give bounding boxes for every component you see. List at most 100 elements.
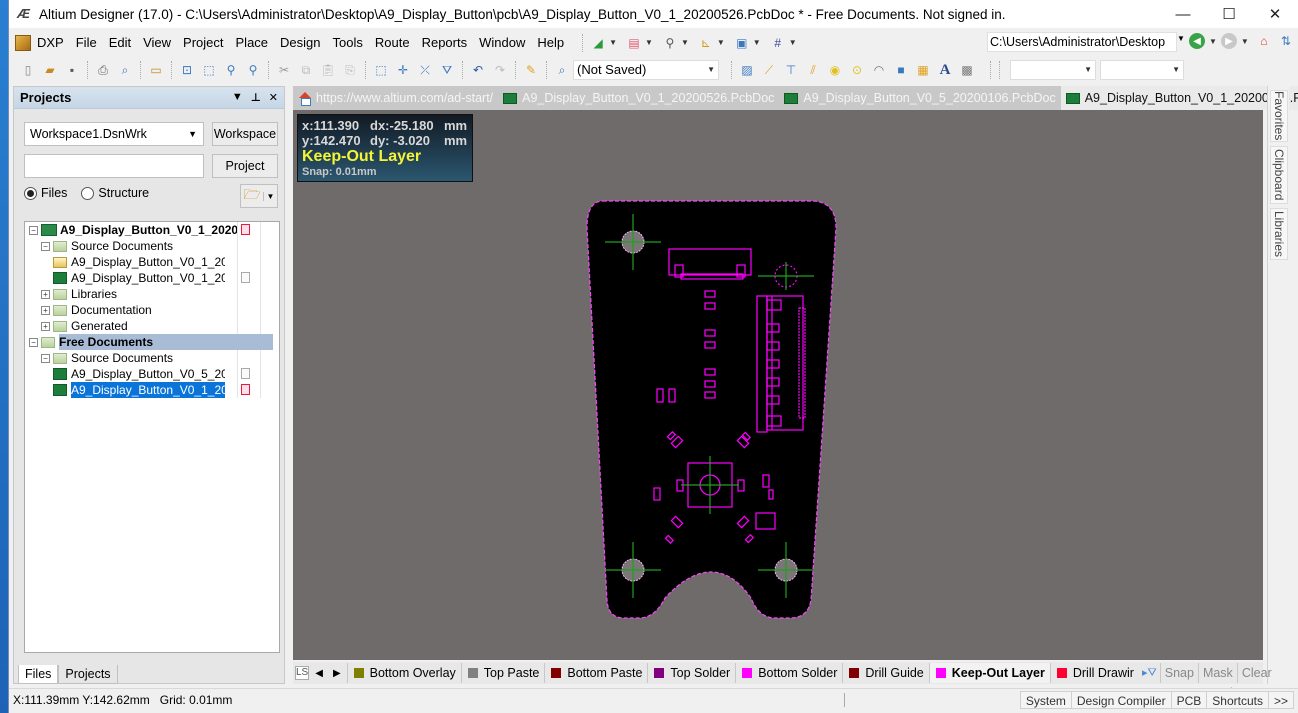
menu-route[interactable]: Route: [369, 32, 416, 54]
tree-item[interactable]: + Generated: [25, 318, 279, 334]
menu-design[interactable]: Design: [274, 32, 326, 54]
component-icon[interactable]: ▩: [958, 61, 976, 79]
pad-icon[interactable]: ⊙: [848, 61, 866, 79]
find-component-icon[interactable]: ⚲: [661, 34, 679, 52]
tree-item[interactable]: − Source Documents: [25, 238, 279, 254]
collapse-icon[interactable]: −: [29, 225, 38, 235]
tree-item[interactable]: − Source Documents: [25, 350, 279, 366]
multi-route-icon[interactable]: ⊤: [782, 61, 800, 79]
filter-combo-1[interactable]: ▼: [1010, 60, 1096, 80]
collapse-icon[interactable]: −: [29, 337, 38, 347]
rubber-stamp-icon[interactable]: ⎘: [341, 61, 359, 79]
grid-icon[interactable]: #: [769, 34, 787, 52]
back-icon[interactable]: ◀: [1189, 33, 1205, 49]
open-project-icon[interactable]: ▭: [147, 61, 165, 79]
layer-scroll-left-icon[interactable]: ◀: [315, 668, 323, 679]
print-icon[interactable]: ⎙: [94, 61, 112, 79]
libraries-panel-tab[interactable]: Libraries: [1270, 208, 1288, 260]
project-input[interactable]: [24, 154, 204, 178]
zoom-selected-icon[interactable]: ⚲: [222, 61, 240, 79]
mask-level-button[interactable]: Mask Level: [1197, 663, 1237, 700]
tree-item[interactable]: + Documentation: [25, 302, 279, 318]
expand-icon[interactable]: +: [41, 289, 50, 299]
design-compiler-panel-button[interactable]: Design Compiler: [1071, 690, 1172, 709]
new-file-icon[interactable]: ▯: [19, 61, 37, 79]
open-document-button[interactable]: 🗁︎ ▼: [240, 184, 278, 208]
home-icon[interactable]: ⌂: [1255, 32, 1273, 50]
select-area-icon[interactable]: ⬚: [372, 61, 390, 79]
favorites-panel-tab[interactable]: Favorites: [1270, 90, 1288, 142]
workspace-combo[interactable]: Workspace1.DsnWrk ▼: [24, 122, 204, 146]
dropdown-arrow-icon[interactable]: ▼: [263, 191, 277, 201]
collapse-icon[interactable]: −: [41, 241, 50, 251]
refresh-page-icon[interactable]: ⇅: [1277, 32, 1295, 50]
layer-tab[interactable]: Drill Guide: [842, 663, 928, 683]
align-icon[interactable]: ▤: [625, 34, 643, 52]
project-button[interactable]: Project: [212, 154, 278, 178]
menu-project[interactable]: Project: [177, 32, 229, 54]
document-tab[interactable]: A9_Display_Button_V0_1_20200526.PcbDoc: [498, 86, 779, 110]
dropdown-arrow-icon[interactable]: ▼: [681, 38, 689, 47]
string-icon[interactable]: A: [936, 61, 954, 79]
filter-combo-2[interactable]: ▼: [1100, 60, 1184, 80]
structure-radio[interactable]: [81, 186, 95, 200]
minimize-button[interactable]: —: [1160, 0, 1206, 28]
open-file-icon[interactable]: ▰: [41, 61, 59, 79]
clear-filter-icon[interactable]: ⛛: [438, 61, 456, 79]
move-icon[interactable]: ✛: [394, 61, 412, 79]
tree-item[interactable]: − Free Documents: [25, 334, 279, 350]
menu-place[interactable]: Place: [230, 32, 275, 54]
dropdown-arrow-icon[interactable]: ▼: [645, 38, 653, 47]
clipboard-panel-tab[interactable]: Clipboard: [1270, 146, 1288, 204]
layer-scroll-right-icon[interactable]: ▶: [333, 668, 341, 679]
tree-item[interactable]: + Libraries: [25, 286, 279, 302]
menu-view[interactable]: View: [137, 32, 177, 54]
pcb-canvas[interactable]: x:111.390 dx:-25.180 mm y:142.470 dy: -3.02…: [293, 110, 1263, 660]
layer-set-button[interactable]: LS: [295, 666, 310, 680]
document-tab[interactable]: A9_Display_Button_V0_1_20200526.PcbDoc *: [1060, 86, 1298, 110]
dropdown-arrow-icon[interactable]: ▼: [753, 38, 761, 47]
zoom-area-icon[interactable]: ⬚: [200, 61, 218, 79]
tab-files[interactable]: Files: [18, 665, 59, 684]
menu-reports[interactable]: Reports: [416, 32, 474, 54]
document-tab[interactable]: https://www.altium.com/ad-start/: [293, 86, 498, 110]
via-icon[interactable]: ◉: [826, 61, 844, 79]
navigation-path-input[interactable]: C:\Users\Administrator\Desktop: [987, 32, 1177, 52]
layer-tab[interactable]: Drill Drawir: [1049, 663, 1139, 683]
polygon-pour-icon[interactable]: ▦: [914, 61, 932, 79]
menu-dxp[interactable]: DXP: [31, 32, 70, 54]
layer-filter-icon[interactable]: ▸⛛: [1139, 666, 1160, 680]
copy-icon[interactable]: ⧉: [297, 61, 315, 79]
tree-item[interactable]: A9_Display_Button_V0_1_2020: [25, 254, 279, 270]
tree-item[interactable]: A9_Display_Button_V0_1_2020: [25, 382, 279, 398]
deselect-icon[interactable]: ⤫: [416, 61, 434, 79]
interactive-routing-icon[interactable]: ◢: [589, 34, 607, 52]
forward-icon[interactable]: ▶: [1220, 33, 1237, 49]
tab-projects[interactable]: Projects: [58, 665, 118, 684]
shortcuts-panel-button[interactable]: Shortcuts: [1207, 690, 1269, 709]
cut-icon[interactable]: ✂: [275, 61, 293, 79]
zoom-fit-icon[interactable]: ⊡: [178, 61, 196, 79]
snap-button[interactable]: Snap: [1159, 663, 1198, 683]
dropdown-arrow-icon[interactable]: ▼: [1241, 37, 1249, 46]
close-button[interactable]: ✕: [1252, 0, 1298, 28]
route-icon[interactable]: ⟋: [760, 61, 778, 79]
redo-icon[interactable]: ↷: [491, 61, 509, 79]
room-icon[interactable]: ▣: [733, 34, 751, 52]
arc-icon[interactable]: ◠: [870, 61, 888, 79]
tree-item[interactable]: A9_Display_Button_V0_5_2020: [25, 366, 279, 382]
workspace-button[interactable]: Workspace: [212, 122, 278, 146]
diff-pair-icon[interactable]: ⫽: [804, 61, 822, 79]
dimension-icon[interactable]: ⊾: [697, 34, 715, 52]
layer-tab[interactable]: Bottom Paste: [544, 663, 647, 683]
layer-tab[interactable]: Top Solder: [647, 663, 735, 683]
pin-icon[interactable]: ⊥: [251, 91, 261, 104]
variant-combo[interactable]: (Not Saved) ▼: [573, 60, 719, 80]
system-panel-button[interactable]: System: [1019, 690, 1072, 709]
pcb-panel-button[interactable]: PCB: [1171, 690, 1208, 709]
expand-icon[interactable]: +: [41, 305, 50, 315]
menu-window[interactable]: Window: [473, 32, 531, 54]
collapse-icon[interactable]: −: [41, 353, 50, 363]
layer-tab[interactable]: Top Paste: [460, 663, 545, 683]
dropdown-arrow-icon[interactable]: ▼: [717, 38, 725, 47]
